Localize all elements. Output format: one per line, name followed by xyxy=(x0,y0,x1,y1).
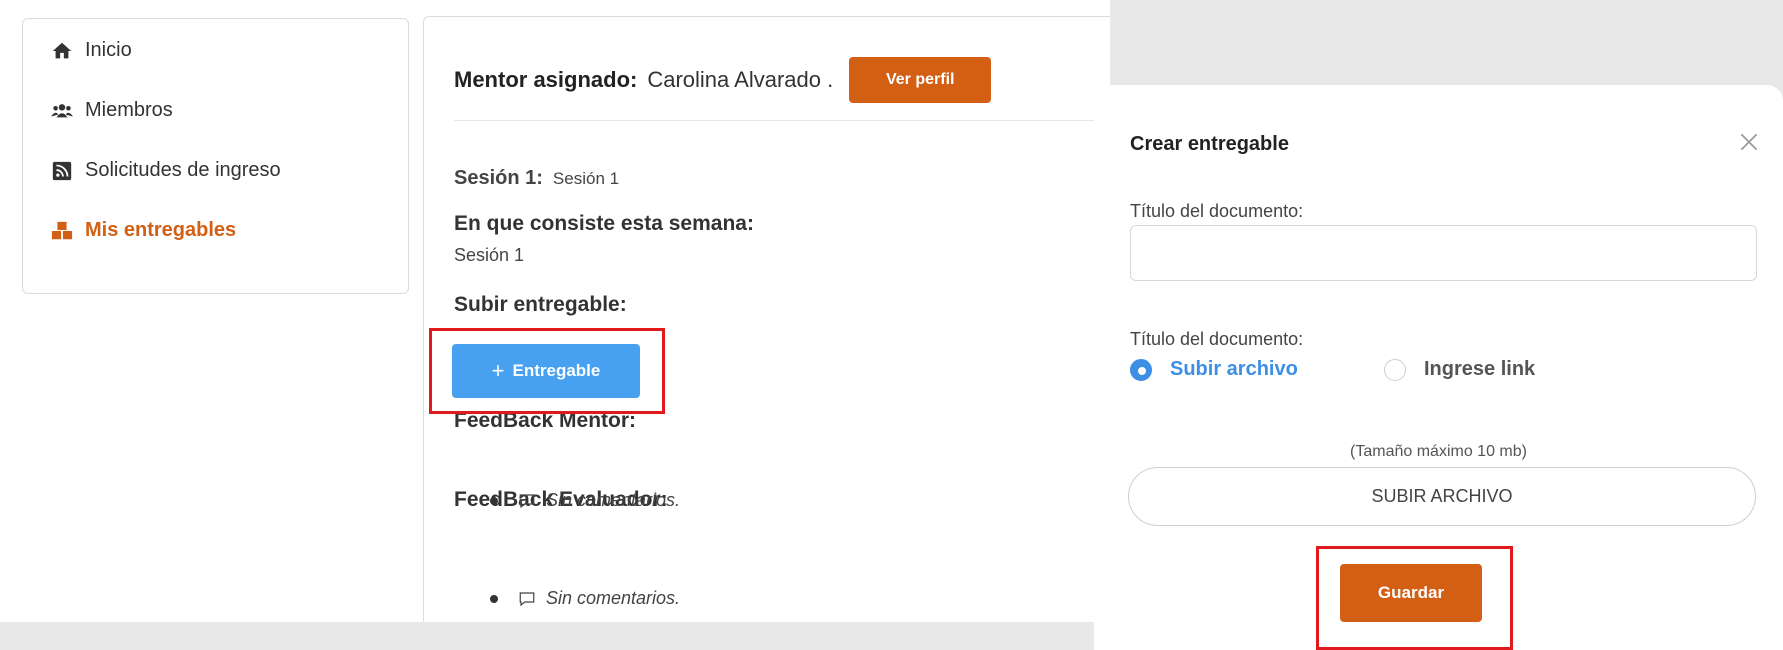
close-icon[interactable] xyxy=(1736,129,1762,155)
comment-icon xyxy=(519,591,535,606)
radio-unselected-icon xyxy=(1384,358,1406,381)
comment-icon xyxy=(519,493,535,508)
modal-title: Crear entregable xyxy=(1130,133,1289,155)
add-deliverable-button[interactable]: + Entregable xyxy=(452,344,640,398)
app-screenshot: Inicio Miembros Solicitudes de ingreso M… xyxy=(0,0,1110,622)
divider xyxy=(454,120,1094,121)
evaluator-feedback-item: Sin comentarios. xyxy=(490,588,680,609)
rss-icon xyxy=(52,161,72,180)
session-card: Mentor asignado: Carolina Alvarado . Ver… xyxy=(423,16,1110,622)
sidebar-item-label: Miembros xyxy=(85,99,173,121)
view-profile-button[interactable]: Ver perfil xyxy=(849,57,992,103)
session-row: Sesión 1: Sesión 1 xyxy=(454,167,619,190)
users-icon xyxy=(51,103,73,117)
bullet-icon xyxy=(490,496,498,505)
cubes-icon xyxy=(51,221,73,239)
upload-heading: Subir entregable: xyxy=(454,293,627,316)
sidebar-item-solicitudes[interactable]: Solicitudes de ingreso xyxy=(51,159,281,182)
mentor-feedback-item: Sin comentarios. xyxy=(490,490,680,511)
evaluator-feedback-text: Sin comentarios. xyxy=(546,588,681,608)
sidebar-item-miembros[interactable]: Miembros xyxy=(51,99,173,122)
mentor-label: Mentor asignado: xyxy=(454,67,638,92)
radio-enter-link[interactable]: Ingrese link xyxy=(1384,358,1535,381)
sidebar-item-label: Solicitudes de ingreso xyxy=(85,159,281,181)
bullet-icon xyxy=(490,594,498,603)
session-label: Sesión 1: xyxy=(454,167,543,189)
week-heading: En que consiste esta semana: xyxy=(454,212,754,235)
radio-enter-link-label: Ingrese link xyxy=(1424,358,1536,380)
radio-upload-file-label: Subir archivo xyxy=(1170,358,1298,380)
session-value: Sesión 1 xyxy=(552,169,620,188)
save-button[interactable]: Guardar xyxy=(1340,564,1482,622)
home-icon xyxy=(52,42,72,58)
mentor-name: Carolina Alvarado . xyxy=(647,67,834,92)
doc-title-input[interactable] xyxy=(1130,225,1757,281)
radio-selected-icon xyxy=(1130,358,1152,381)
add-deliverable-label: Entregable xyxy=(512,361,601,380)
mentor-row: Mentor asignado: Carolina Alvarado . Ver… xyxy=(454,57,992,103)
sidebar: Inicio Miembros Solicitudes de ingreso M… xyxy=(22,18,409,294)
sidebar-item-label: Mis entregables xyxy=(85,219,237,241)
week-text: Sesión 1 xyxy=(454,245,525,265)
doc-type-label: Título del documento: xyxy=(1130,329,1304,349)
sidebar-item-label: Inicio xyxy=(85,39,132,61)
max-size-note: (Tamaño máximo 10 mb) xyxy=(1350,443,1527,460)
plus-icon: + xyxy=(491,358,505,383)
doc-title-label: Título del documento: xyxy=(1130,201,1304,221)
sidebar-item-inicio[interactable]: Inicio xyxy=(51,39,132,62)
radio-upload-file[interactable]: Subir archivo xyxy=(1130,358,1298,381)
sidebar-item-mis-entregables[interactable]: Mis entregables xyxy=(51,219,236,242)
upload-file-button[interactable]: SUBIR ARCHIVO xyxy=(1128,467,1756,526)
mentor-feedback-text: Sin comentarios. xyxy=(546,490,681,510)
